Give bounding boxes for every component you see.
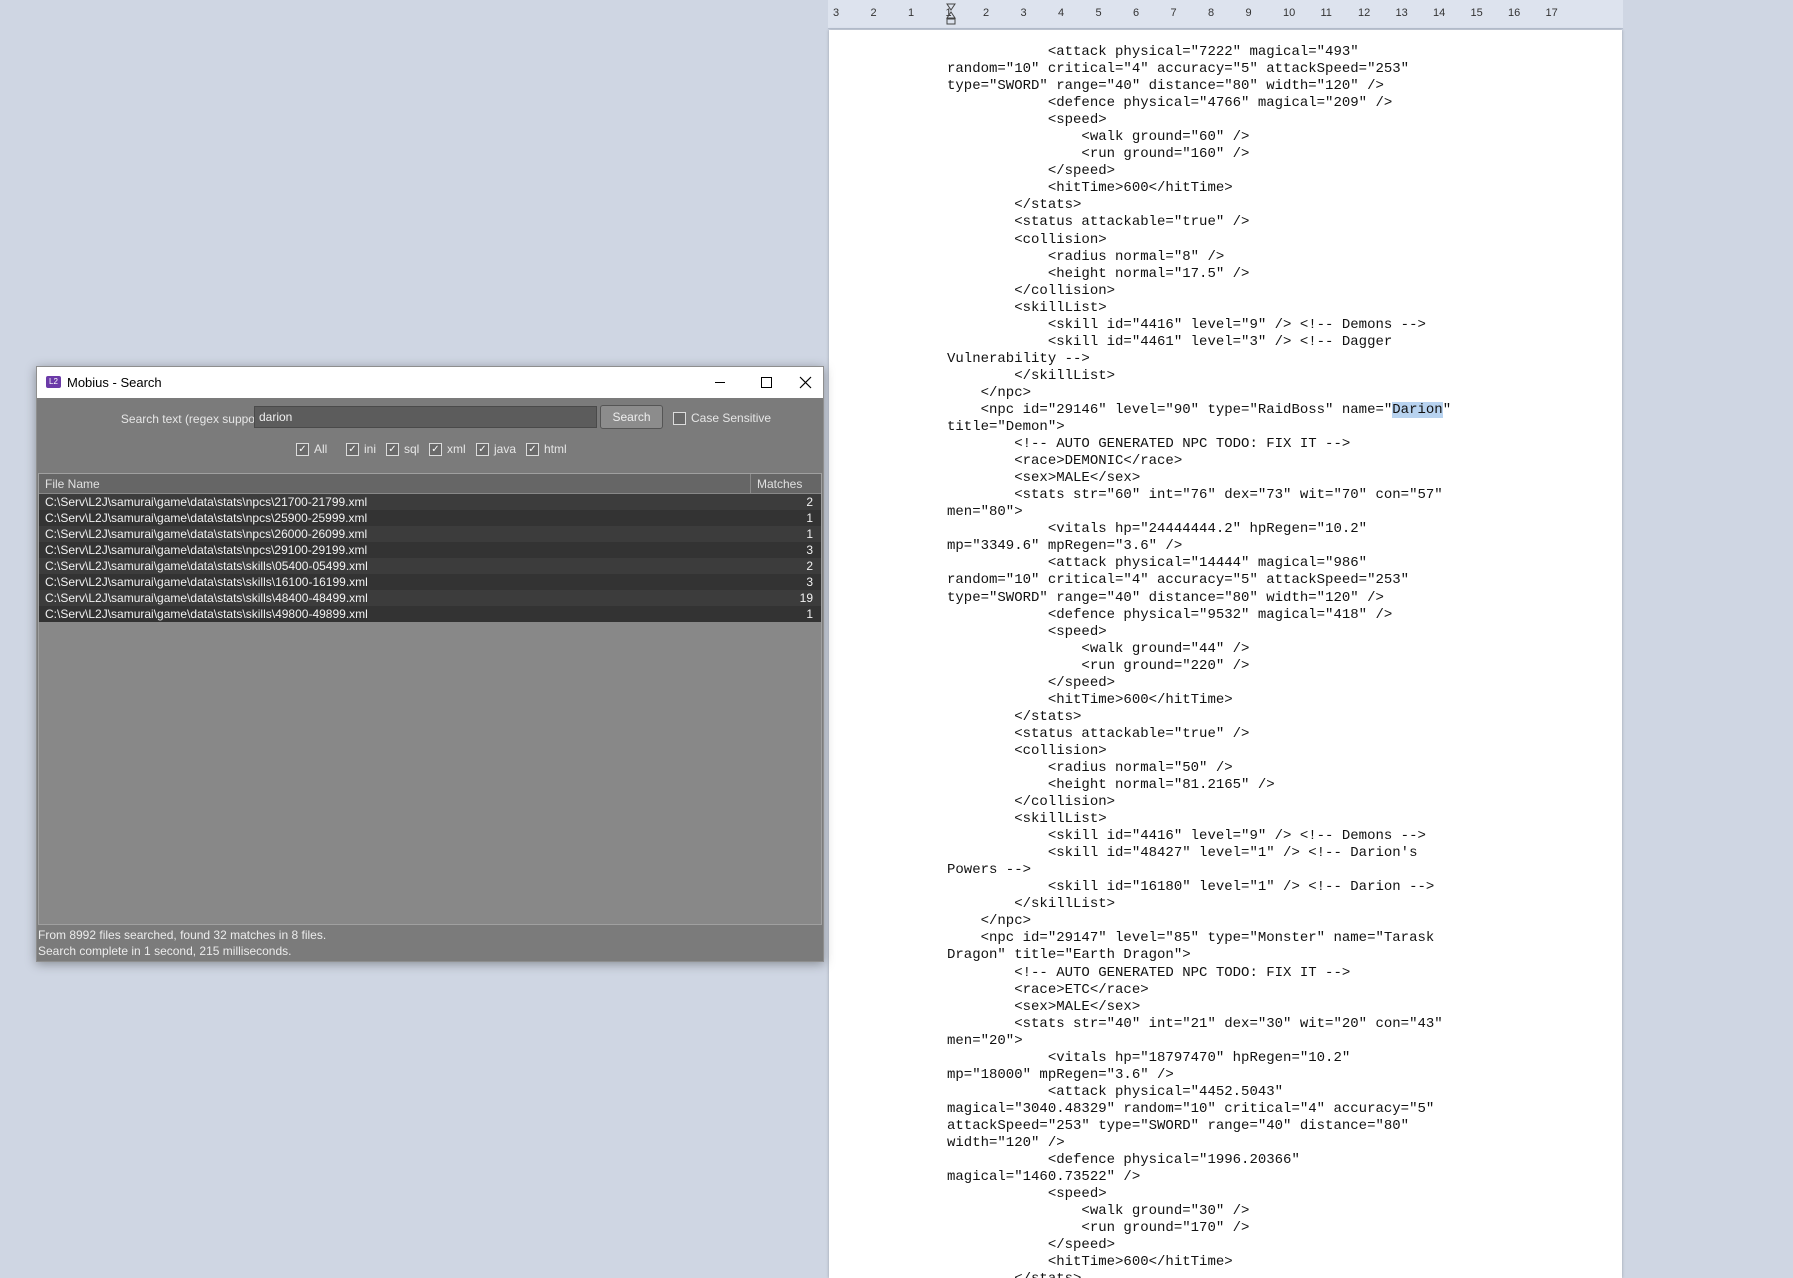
case-sensitive-checkbox[interactable]: Case Sensitive <box>673 411 771 425</box>
table-row[interactable]: C:\Serv\L2J\samurai\game\data\stats\skil… <box>39 606 821 622</box>
table-row[interactable]: C:\Serv\L2J\samurai\game\data\stats\skil… <box>39 590 821 606</box>
row-file-name: C:\Serv\L2J\samurai\game\data\stats\skil… <box>45 607 368 621</box>
search-input[interactable] <box>254 406 597 428</box>
checkbox-box[interactable]: ✓ <box>386 442 399 456</box>
ruler-tick-label: 1 <box>908 7 915 19</box>
row-match-count: 3 <box>806 543 813 557</box>
filter-checkbox-all[interactable]: ✓ All <box>296 442 327 456</box>
ruler-tick-label: 8 <box>1208 7 1215 19</box>
row-match-count: 1 <box>806 607 813 621</box>
column-header-file-name[interactable]: File Name <box>45 477 100 491</box>
filter-label: ini <box>364 442 377 456</box>
filter-checkbox-java[interactable]: ✓ java <box>476 442 516 456</box>
ruler-tick-label: 6 <box>1133 7 1140 19</box>
ruler-tick-label: 3 <box>833 7 840 19</box>
table-row[interactable]: C:\Serv\L2J\samurai\game\data\stats\npcs… <box>39 494 821 510</box>
status-summary: From 8992 files searched, found 32 match… <box>38 928 327 942</box>
app-logo-icon: L2 <box>46 376 61 388</box>
checkbox-box[interactable]: ✓ <box>476 442 489 456</box>
filter-checkbox-ini[interactable]: ✓ ini <box>346 442 376 456</box>
search-highlight: Darion <box>1392 401 1443 418</box>
checkbox-box[interactable]: ✓ <box>346 442 359 456</box>
ruler-tick-label: 12 <box>1358 7 1371 19</box>
table-header: File Name Matches <box>39 474 821 493</box>
ruler-tick-label: 11 <box>1320 7 1332 19</box>
checkbox-box[interactable]: ✓ <box>526 442 539 456</box>
row-file-name: C:\Serv\L2J\samurai\game\data\stats\skil… <box>45 559 368 573</box>
document-text[interactable]: <attack physical="7222" magical="493" ra… <box>947 44 1451 1278</box>
row-match-count: 1 <box>806 527 813 541</box>
ruler-tick-label: 17 <box>1545 7 1558 19</box>
table-rows: C:\Serv\L2J\samurai\game\data\stats\npcs… <box>39 494 821 622</box>
close-icon <box>799 376 812 389</box>
window-body: Search text (regex supported): Search Ca… <box>37 398 823 961</box>
column-header-matches[interactable]: Matches <box>757 477 802 491</box>
ruler-tick-label: 7 <box>1170 7 1177 19</box>
code-before: <attack physical="7222" magical="493" ra… <box>947 44 1426 418</box>
filter-label: sql <box>404 442 420 456</box>
row-match-count: 19 <box>799 591 813 605</box>
ruler-tick-label: 16 <box>1508 7 1521 19</box>
table-row[interactable]: C:\Serv\L2J\samurai\game\data\stats\npcs… <box>39 542 821 558</box>
ruler-tick-label: 10 <box>1283 7 1296 19</box>
search-label: Search text (regex supported): <box>120 412 283 426</box>
window-title: Mobius - Search <box>67 375 162 390</box>
filter-checkbox-xml[interactable]: ✓ xml <box>429 442 466 456</box>
checkbox-box[interactable]: ✓ <box>429 442 442 456</box>
search-button[interactable]: Search <box>600 405 663 429</box>
search-window: L2 Mobius - Search Search text (regex su… <box>36 366 824 962</box>
row-match-count: 2 <box>806 495 813 509</box>
filter-label: html <box>544 442 567 456</box>
ruler-tick-label: 4 <box>1058 7 1065 19</box>
close-button[interactable] <box>789 367 823 398</box>
table-row[interactable]: C:\Serv\L2J\samurai\game\data\stats\npcs… <box>39 526 821 542</box>
horizontal-ruler[interactable]: 3 2 1 1 2 3 4 5 6 7 8 9 10 11 12 13 14 15 16 17 <box>828 0 1623 29</box>
filter-label: xml <box>447 442 466 456</box>
ruler-tick-label: 9 <box>1245 7 1252 19</box>
table-row[interactable]: C:\Serv\L2J\samurai\game\data\stats\npcs… <box>39 510 821 526</box>
filter-checkbox-html[interactable]: ✓ html <box>526 442 567 456</box>
ruler-tick-label: 5 <box>1095 7 1102 19</box>
maximize-icon <box>761 377 772 388</box>
row-file-name: C:\Serv\L2J\samurai\game\data\stats\npcs… <box>45 527 368 541</box>
row-match-count: 1 <box>806 511 813 525</box>
ruler-tick-label: 2 <box>983 7 990 19</box>
document-page[interactable]: <attack physical="7222" magical="493" ra… <box>829 30 1622 1278</box>
filter-label: All <box>314 442 328 456</box>
results-table[interactable]: File Name Matches C:\Serv\L2J\samurai\ga… <box>38 473 822 925</box>
ruler-tick-label: 13 <box>1395 7 1408 19</box>
status-timing: Search complete in 1 second, 215 millise… <box>38 944 292 958</box>
filter-label: java <box>494 442 517 456</box>
indent-marker-icon[interactable] <box>945 3 957 25</box>
maximize-button[interactable] <box>743 367 789 398</box>
row-file-name: C:\Serv\L2J\samurai\game\data\stats\npcs… <box>45 543 368 557</box>
row-file-name: C:\Serv\L2J\samurai\game\data\stats\npcs… <box>45 511 368 525</box>
row-file-name: C:\Serv\L2J\samurai\game\data\stats\npcs… <box>45 495 368 509</box>
window-titlebar[interactable]: L2 Mobius - Search <box>37 367 823 398</box>
ruler-tick-label: 14 <box>1433 7 1446 19</box>
checkbox-box[interactable]: ✓ <box>296 442 309 456</box>
row-file-name: C:\Serv\L2J\samurai\game\data\stats\skil… <box>45 575 368 589</box>
row-match-count: 2 <box>806 559 813 573</box>
case-sensitive-box[interactable] <box>673 411 686 425</box>
table-row[interactable]: C:\Serv\L2J\samurai\game\data\stats\skil… <box>39 574 821 590</box>
row-match-count: 3 <box>806 575 813 589</box>
minimize-icon <box>715 382 725 383</box>
code-after: " title="Demon"> <!-- AUTO GENERATED NPC… <box>947 401 1452 1278</box>
case-sensitive-label: Case Sensitive <box>691 411 772 425</box>
ruler-tick-label: 2 <box>870 7 877 19</box>
minimize-button[interactable] <box>697 367 743 398</box>
column-divider[interactable] <box>750 474 751 493</box>
ruler-tick-label: 3 <box>1020 7 1027 19</box>
ruler-tick-label: 15 <box>1470 7 1483 19</box>
row-file-name: C:\Serv\L2J\samurai\game\data\stats\skil… <box>45 591 368 605</box>
filter-checkbox-sql[interactable]: ✓ sql <box>386 442 419 456</box>
table-row[interactable]: C:\Serv\L2J\samurai\game\data\stats\skil… <box>39 558 821 574</box>
